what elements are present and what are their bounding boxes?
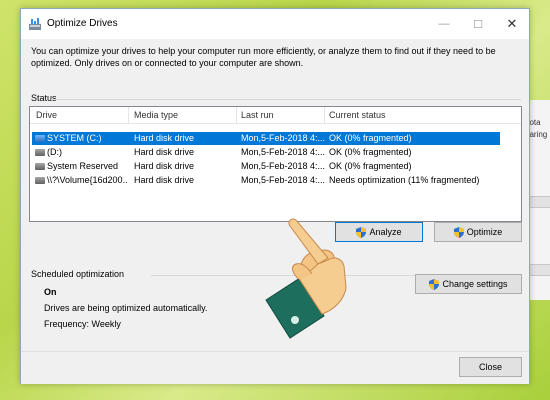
drive-media-type: Hard disk drive: [134, 161, 195, 171]
close-window-button[interactable]: ✕: [495, 9, 529, 39]
drive-status: OK (0% fragmented): [329, 133, 412, 143]
title-bar: Optimize Drives — ☐ ✕: [21, 9, 529, 39]
schedule-description: Drives are being optimized automatically…: [44, 303, 208, 313]
status-section-label: Status: [31, 93, 57, 103]
drive-media-type: Hard disk drive: [134, 133, 195, 143]
column-divider: [236, 107, 237, 123]
hard-drive-icon: [35, 177, 45, 184]
column-header-last-run[interactable]: Last run: [241, 110, 274, 120]
change-settings-button[interactable]: Change settings: [415, 274, 522, 294]
dialog-footer: [21, 351, 529, 384]
schedule-frequency: Frequency: Weekly: [44, 319, 121, 329]
drive-row[interactable]: (D:) Hard disk drive Mon,5-Feb-2018 4:..…: [32, 146, 500, 159]
drive-last-run: Mon,5-Feb-2018 4:...: [241, 133, 325, 143]
drive-name: SYSTEM (C:): [47, 133, 102, 143]
uac-shield-icon: [429, 278, 440, 290]
drive-row[interactable]: SYSTEM (C:) Hard disk drive Mon,5-Feb-20…: [32, 132, 500, 145]
column-divider: [324, 107, 325, 123]
drive-name: (D:): [47, 147, 62, 157]
drives-list[interactable]: Drive Media type Last run Current status…: [29, 106, 522, 222]
drive-status: OK (0% fragmented): [329, 161, 412, 171]
column-header-media-type[interactable]: Media type: [134, 110, 178, 120]
drive-media-type: Hard disk drive: [134, 147, 195, 157]
column-header-current-status[interactable]: Current status: [329, 110, 386, 120]
drive-last-run: Mon,5-Feb-2018 4:...: [241, 161, 325, 171]
hard-drive-icon: [35, 149, 45, 156]
schedule-state: On: [44, 287, 57, 297]
minimize-button[interactable]: —: [427, 9, 461, 39]
drive-row[interactable]: System Reserved Hard disk drive Mon,5-Fe…: [32, 160, 500, 173]
status-divider: [51, 99, 521, 100]
drive-last-run: Mon,5-Feb-2018 4:...: [241, 175, 325, 185]
drive-status: OK (0% fragmented): [329, 147, 412, 157]
scheduled-optimization-label: Scheduled optimization: [31, 269, 125, 279]
column-divider: [128, 107, 129, 123]
optimize-drives-icon: [29, 18, 41, 30]
change-settings-label: Change settings: [442, 279, 508, 289]
close-button[interactable]: Close: [459, 357, 522, 377]
intro-text: You can optimize your drives to help you…: [31, 46, 496, 68]
system-drive-icon: [35, 135, 45, 142]
uac-shield-icon: [453, 226, 464, 238]
hard-drive-icon: [35, 163, 45, 170]
close-button-label: Close: [478, 362, 502, 372]
column-header-drive[interactable]: Drive: [36, 110, 57, 120]
drive-status: Needs optimization (11% fragmented): [329, 175, 480, 185]
drives-list-header: Drive Media type Last run Current status: [30, 107, 521, 124]
analyze-button-label: Analyze: [369, 227, 402, 237]
pointing-hand-icon: [265, 218, 347, 339]
maximize-button[interactable]: ☐: [461, 9, 495, 39]
hand-illustration: [265, 218, 347, 339]
optimize-button-label: Optimize: [466, 227, 503, 237]
drive-media-type: Hard disk drive: [134, 175, 195, 185]
drive-last-run: Mon,5-Feb-2018 4:...: [241, 147, 325, 157]
drive-name: \\?\Volume{16d200...: [47, 175, 127, 185]
drive-row[interactable]: \\?\Volume{16d200... Hard disk drive Mon…: [32, 174, 500, 187]
optimize-button[interactable]: Optimize: [434, 222, 522, 242]
window-title: Optimize Drives: [47, 18, 118, 29]
drive-name: System Reserved: [47, 161, 119, 171]
